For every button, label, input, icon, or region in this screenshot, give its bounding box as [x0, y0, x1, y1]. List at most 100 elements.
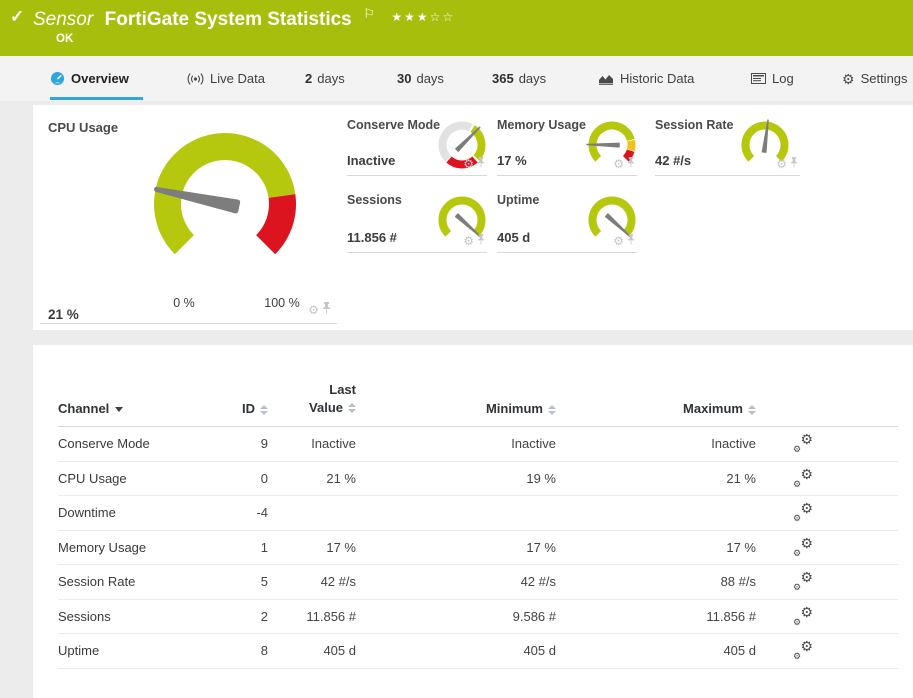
channel-name: Uptime [58, 643, 100, 659]
channel-maximum: 21 % [726, 470, 756, 486]
log-icon [751, 73, 766, 84]
channel-minimum: 42 #/s [520, 574, 556, 590]
gauge-scale-min: 0 % [173, 296, 195, 310]
tab-label: Overview [71, 71, 129, 86]
gear-icon[interactable]: ⚙ [613, 158, 624, 170]
gear-icon[interactable]: ⚙ [308, 304, 319, 316]
table-row[interactable]: Session Rate 5 42 #/s 42 #/s 88 #/s ⚙ ⚙ [58, 565, 898, 600]
tab-historic-data[interactable]: Historic Data [598, 56, 694, 101]
gauge-scale-max: 100 % [264, 296, 300, 310]
channel-name: Sessions [58, 608, 111, 624]
tab-number: 30 [397, 71, 412, 86]
tab-overview[interactable]: Overview [50, 56, 129, 101]
gauge-tile-value: 405 d [497, 230, 531, 245]
gear-icon: ⚙ [842, 70, 855, 87]
gear-icon[interactable]: ⚙ [463, 235, 474, 247]
tab-number: 2 [305, 71, 313, 86]
channel-id: -4 [256, 505, 268, 521]
gauge-tile-value: 11.856 # [347, 230, 397, 245]
channel-name: Downtime [58, 505, 116, 521]
sensor-kind-label: Sensor [33, 9, 94, 30]
tab-2-days[interactable]: 2 days [305, 56, 345, 101]
gauge-tile-session-rate[interactable]: Session Rate 42 #/s ⚙ [655, 110, 800, 176]
pin-icon[interactable] [790, 155, 798, 173]
table-header-row: Channel ID Last Value Minimum Maximum [58, 381, 898, 428]
gear-icon[interactable]: ⚙ [776, 158, 787, 170]
edit-channel-gears-icon[interactable]: ⚙ ⚙ [793, 467, 813, 489]
primary-gauge-title: CPU Usage [48, 120, 119, 135]
channel-last-value: 21 % [326, 470, 356, 486]
tab-log[interactable]: Log [751, 56, 794, 101]
sort-desc-icon [115, 407, 124, 413]
channel-last-value: 17 % [326, 539, 356, 555]
table-body: Conserve Mode 9 Inactive Inactive Inacti… [58, 427, 898, 669]
gauge-tile-memory-usage[interactable]: Memory Usage 17 % ⚙ [497, 110, 637, 176]
gear-icon[interactable]: ⚙ [613, 235, 624, 247]
channel-name: Memory Usage [58, 539, 147, 555]
channel-id: 1 [260, 539, 268, 555]
channel-minimum: Inactive [511, 436, 556, 452]
rating-stars-icon[interactable]: ★★★☆☆ [391, 10, 455, 24]
sort-icon [748, 404, 756, 415]
gear-icon[interactable]: ⚙ [463, 158, 474, 170]
pin-icon[interactable] [627, 232, 635, 250]
channel-maximum: 17 % [726, 539, 756, 555]
pin-icon[interactable] [477, 232, 485, 250]
tab-365-days[interactable]: 365 days [492, 56, 546, 101]
edit-channel-gears-icon[interactable]: ⚙ ⚙ [793, 639, 813, 661]
column-header-channel[interactable]: Channel [58, 401, 218, 416]
tab-live-data[interactable]: Live Data [187, 56, 265, 101]
table-row[interactable]: CPU Usage 0 21 % 19 % 21 % ⚙ ⚙ [58, 462, 898, 497]
channel-minimum: 17 % [526, 539, 556, 555]
broadcast-icon [187, 72, 204, 85]
table-row[interactable]: Uptime 8 405 d 405 d 405 d ⚙ ⚙ [58, 634, 898, 669]
column-header-id[interactable]: ID [218, 401, 268, 416]
status-badge: OK [56, 33, 74, 45]
pin-icon[interactable] [322, 301, 331, 319]
table-row[interactable]: Conserve Mode 9 Inactive Inactive Inacti… [58, 427, 898, 462]
primary-gauge-tile[interactable]: CPU Usage 0 % 100 % 21 % ⚙ [40, 110, 337, 324]
tab-label: Settings [860, 71, 908, 86]
channel-last-value: 42 #/s [320, 574, 356, 590]
tab-30-days[interactable]: 30 days [397, 56, 444, 101]
tab-label: days [518, 71, 547, 86]
gauge-tile-sessions[interactable]: Sessions 11.856 # ⚙ [347, 185, 487, 253]
pin-icon[interactable] [627, 155, 635, 173]
column-header-minimum[interactable]: Minimum [356, 401, 556, 416]
table-row[interactable]: Sessions 2 11.856 # 9.586 # 11.856 # ⚙ ⚙ [58, 600, 898, 635]
gauge-tile-value: Inactive [347, 153, 396, 168]
priority-flag-icon[interactable]: ⚐ [363, 6, 375, 21]
channel-id: 0 [260, 470, 268, 486]
gauge-tile-title: Sessions [347, 193, 402, 207]
channel-name: CPU Usage [58, 470, 127, 486]
sensor-overview-page: ✓ Sensor FortiGate System Statistics ⚐ ★… [0, 0, 913, 698]
gauge-icon [50, 71, 65, 86]
sort-icon [260, 404, 268, 415]
gauge-tile-value: 42 #/s [655, 153, 692, 168]
channel-maximum: Inactive [711, 436, 756, 452]
edit-channel-gears-icon[interactable]: ⚙ ⚙ [793, 570, 813, 592]
edit-channel-gears-icon[interactable]: ⚙ ⚙ [793, 605, 813, 627]
column-header-maximum[interactable]: Maximum [556, 401, 756, 416]
sort-icon [348, 403, 356, 414]
pin-icon[interactable] [477, 155, 485, 173]
channel-last-value: 11.856 # [306, 608, 356, 624]
table-row[interactable]: Downtime -4 ⚙ ⚙ [58, 496, 898, 531]
gauge-tile-conserve-mode[interactable]: Conserve Mode Inactive ⚙ [347, 110, 487, 176]
cpu-gauge-dial [154, 133, 296, 255]
tab-settings[interactable]: ⚙ Settings [842, 56, 908, 101]
edit-channel-gears-icon[interactable]: ⚙ ⚙ [793, 536, 813, 558]
gauge-tile-value: 17 % [497, 153, 527, 168]
channel-name: Session Rate [58, 574, 136, 590]
edit-channel-gears-icon[interactable]: ⚙ ⚙ [793, 432, 813, 454]
table-row[interactable]: Memory Usage 1 17 % 17 % 17 % ⚙ ⚙ [58, 531, 898, 566]
gauge-tile-uptime[interactable]: Uptime 405 d ⚙ [497, 185, 637, 253]
edit-channel-gears-icon[interactable]: ⚙ ⚙ [793, 501, 813, 523]
column-header-last-value[interactable]: Last Value [268, 381, 356, 416]
channel-maximum: 88 #/s [720, 574, 756, 590]
tab-label: days [317, 71, 345, 86]
gauge-tile-title: Session Rate [655, 118, 734, 132]
tab-label: Log [772, 71, 794, 86]
gauge-tile-title: Uptime [497, 193, 540, 207]
channel-last-value: Inactive [311, 436, 356, 452]
